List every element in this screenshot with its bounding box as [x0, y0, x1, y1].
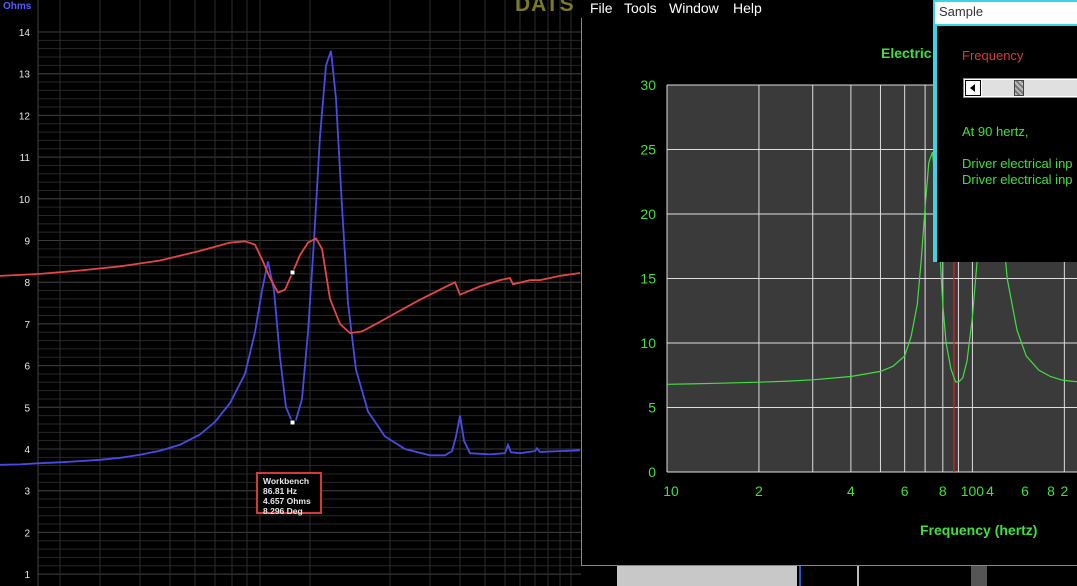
y-tick-label: 30	[640, 77, 656, 93]
y-tick-label: 14	[19, 28, 31, 39]
taskbar-divider	[857, 566, 859, 586]
x-tick-label: 4	[986, 483, 994, 499]
slider-thumb[interactable]	[1013, 80, 1024, 96]
y-tick-label: 8	[24, 278, 30, 289]
phase-marker	[289, 269, 296, 276]
dialog-titlebar[interactable]: Sample	[935, 2, 1077, 24]
impedance-plot-pane: Ohms 14 13 12 11 10 9 8 7 6 5 4 3 2 1 DATS Workbench 8…	[0, 0, 581, 586]
y-tick-label: 6	[24, 362, 30, 373]
y-tick-label: 4	[24, 445, 30, 456]
chart-title: Electric	[881, 45, 932, 61]
x-axis-label: Frequency (hertz)	[920, 522, 1038, 538]
x-tick-label: 2	[1060, 483, 1068, 499]
x-tick-label: 100	[961, 483, 985, 499]
readout-title: Workbench	[263, 476, 310, 486]
y-tick-label: 5	[24, 403, 30, 414]
phase-curve	[0, 237, 581, 335]
taskbar-divider	[799, 566, 801, 586]
slider-track[interactable]	[982, 80, 1077, 96]
taskbar-button[interactable]	[617, 566, 797, 586]
y-axis-label: Ohms	[3, 1, 32, 12]
x-tick-label: 4	[847, 483, 855, 499]
taskbar	[581, 566, 1077, 586]
readout-impedance: 4.657 Ohms	[263, 496, 311, 506]
y-tick-label: 7	[24, 320, 30, 331]
y-tick-label: 10	[19, 195, 31, 206]
dialog-title: Sample	[939, 4, 984, 19]
y-tick-label: 0	[648, 464, 656, 480]
x-tick-label: 6	[901, 483, 909, 499]
y-tick-label: 1	[24, 570, 30, 581]
y-tick-label: 12	[19, 111, 31, 122]
x-tick-label: 8	[1047, 483, 1055, 499]
x-tick-label: 10	[663, 483, 679, 499]
driver-input-line-2: Driver electrical inp	[962, 172, 1073, 187]
driver-input-line-1: Driver electrical inp	[962, 156, 1073, 171]
y-tick-label: 11	[20, 153, 31, 164]
dialog-body: Frequency At 90 hertz, Driver electrical…	[935, 24, 1077, 262]
impedance-marker	[289, 419, 296, 426]
y-tick-label: 15	[640, 271, 656, 287]
readout-frequency: 86.81 Hz	[263, 486, 298, 496]
x-tick-label: 8	[939, 483, 947, 499]
readout-phase: 8.296 Deg	[263, 506, 303, 516]
y-tick-label: 20	[640, 206, 656, 222]
y-tick-label: 5	[648, 400, 656, 416]
sample-dialog: Sample Frequency At 90 hertz, Driver ele…	[933, 0, 1077, 262]
y-tick-label: 9	[24, 237, 30, 248]
frequency-slider[interactable]	[963, 78, 1077, 98]
slider-left-arrow-icon[interactable]	[965, 80, 981, 96]
y-tick-label: 2	[24, 528, 30, 539]
taskbar-icon[interactable]	[971, 566, 987, 586]
cursor-readout-tooltip: Workbench 86.81 Hz 4.657 Ohms 8.296 Deg	[256, 472, 322, 516]
frequency-label: Frequency	[962, 48, 1024, 63]
y-tick-label: 13	[19, 70, 31, 81]
y-tick-label: 3	[24, 487, 30, 498]
frequency-readout: At 90 hertz,	[962, 124, 1029, 139]
dats-logo: DATS	[515, 0, 575, 16]
x-tick-label: 6	[1021, 483, 1029, 499]
y-tick-label: 10	[640, 335, 656, 351]
impedance-curve	[0, 50, 581, 466]
x-tick-label: 2	[755, 483, 763, 499]
y-tick-label: 25	[640, 142, 656, 158]
